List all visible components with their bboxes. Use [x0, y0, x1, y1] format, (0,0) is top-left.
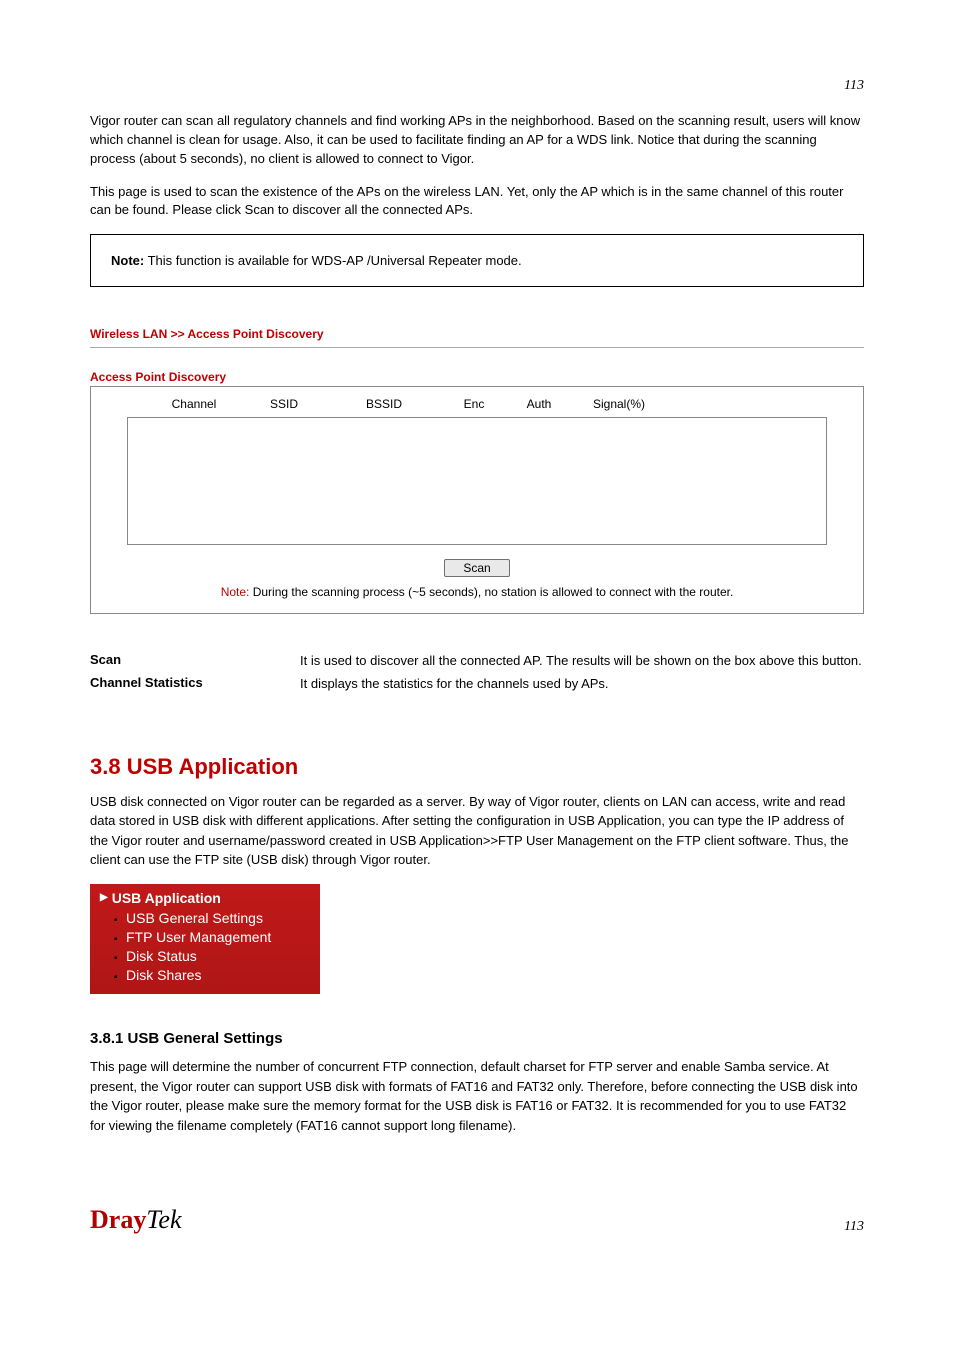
section-head: 3.8 USB Application — [90, 754, 864, 780]
breadcrumb: Wireless LAN >> Access Point Discovery — [90, 327, 864, 348]
col-bssid: BSSID — [329, 397, 439, 411]
ap-table-header: Channel SSID BSSID Enc Auth Signal(%) — [95, 391, 859, 417]
col-enc: Enc — [439, 397, 509, 411]
menu-head[interactable]: ▶ USB Application — [100, 890, 310, 906]
page-number-top: 113 — [90, 0, 864, 112]
item-desc: It displays the statistics for the chann… — [300, 675, 864, 694]
menu-item-ftp-user-management[interactable]: FTP User Management — [114, 928, 310, 947]
note-box: Note: This function is available for WDS… — [90, 234, 864, 287]
brand-logo: DrayTek — [90, 1205, 181, 1235]
scan-note-red: Note: — [221, 585, 250, 599]
page-number-value: 113 — [844, 78, 864, 93]
menu-title: USB Application — [112, 890, 221, 906]
col-auth: Auth — [509, 397, 569, 411]
item-desc: It is used to discover all the connected… — [300, 652, 864, 671]
menu-item-disk-status[interactable]: Disk Status — [114, 947, 310, 966]
scan-note-rest: During the scanning process (~5 seconds)… — [249, 585, 733, 599]
menu-expand-icon: ▶ — [100, 892, 108, 903]
panel-title: Access Point Discovery — [90, 370, 864, 384]
router-panel: Wireless LAN >> Access Point Discovery A… — [90, 327, 864, 614]
note-label: Note: — [111, 253, 144, 268]
scan-note: Note: During the scanning process (~5 se… — [95, 585, 859, 599]
ap-table-wrap: Channel SSID BSSID Enc Auth Signal(%) Sc… — [90, 386, 864, 614]
item-row: Channel Statistics It displays the stati… — [90, 675, 864, 694]
intro-paragraph-2: This page is used to scan the existence … — [90, 183, 864, 221]
section-paragraph: USB disk connected on Vigor router can b… — [90, 792, 864, 870]
subsection-paragraph: This page will determine the number of c… — [90, 1057, 864, 1135]
intro-paragraph-1: Vigor router can scan all regulatory cha… — [90, 112, 864, 169]
item-label: Channel Statistics — [90, 675, 300, 690]
scan-row: Scan — [95, 559, 859, 577]
item-label: Scan — [90, 652, 300, 667]
ap-results-list[interactable] — [127, 417, 827, 545]
col-signal: Signal(%) — [569, 397, 669, 411]
menu-items: USB General Settings FTP User Management… — [100, 909, 310, 985]
item-explanations: Scan It is used to discover all the conn… — [90, 652, 864, 694]
note-text: This function is available for WDS-AP /U… — [144, 253, 521, 268]
footer: DrayTek 113 — [90, 1205, 864, 1235]
scan-button[interactable]: Scan — [444, 559, 509, 577]
col-spacer — [99, 397, 149, 411]
item-row: Scan It is used to discover all the conn… — [90, 652, 864, 671]
sidebar-menu: ▶ USB Application USB General Settings F… — [90, 884, 320, 995]
col-channel: Channel — [149, 397, 239, 411]
subsection-head: 3.8.1 USB General Settings — [90, 1030, 864, 1047]
col-ssid: SSID — [239, 397, 329, 411]
menu-item-usb-general-settings[interactable]: USB General Settings — [114, 909, 310, 928]
page-number-bottom: 113 — [844, 1219, 864, 1235]
menu-item-disk-shares[interactable]: Disk Shares — [114, 966, 310, 985]
logo-part-2: Tek — [146, 1205, 181, 1234]
logo-part-1: Dray — [90, 1205, 146, 1234]
